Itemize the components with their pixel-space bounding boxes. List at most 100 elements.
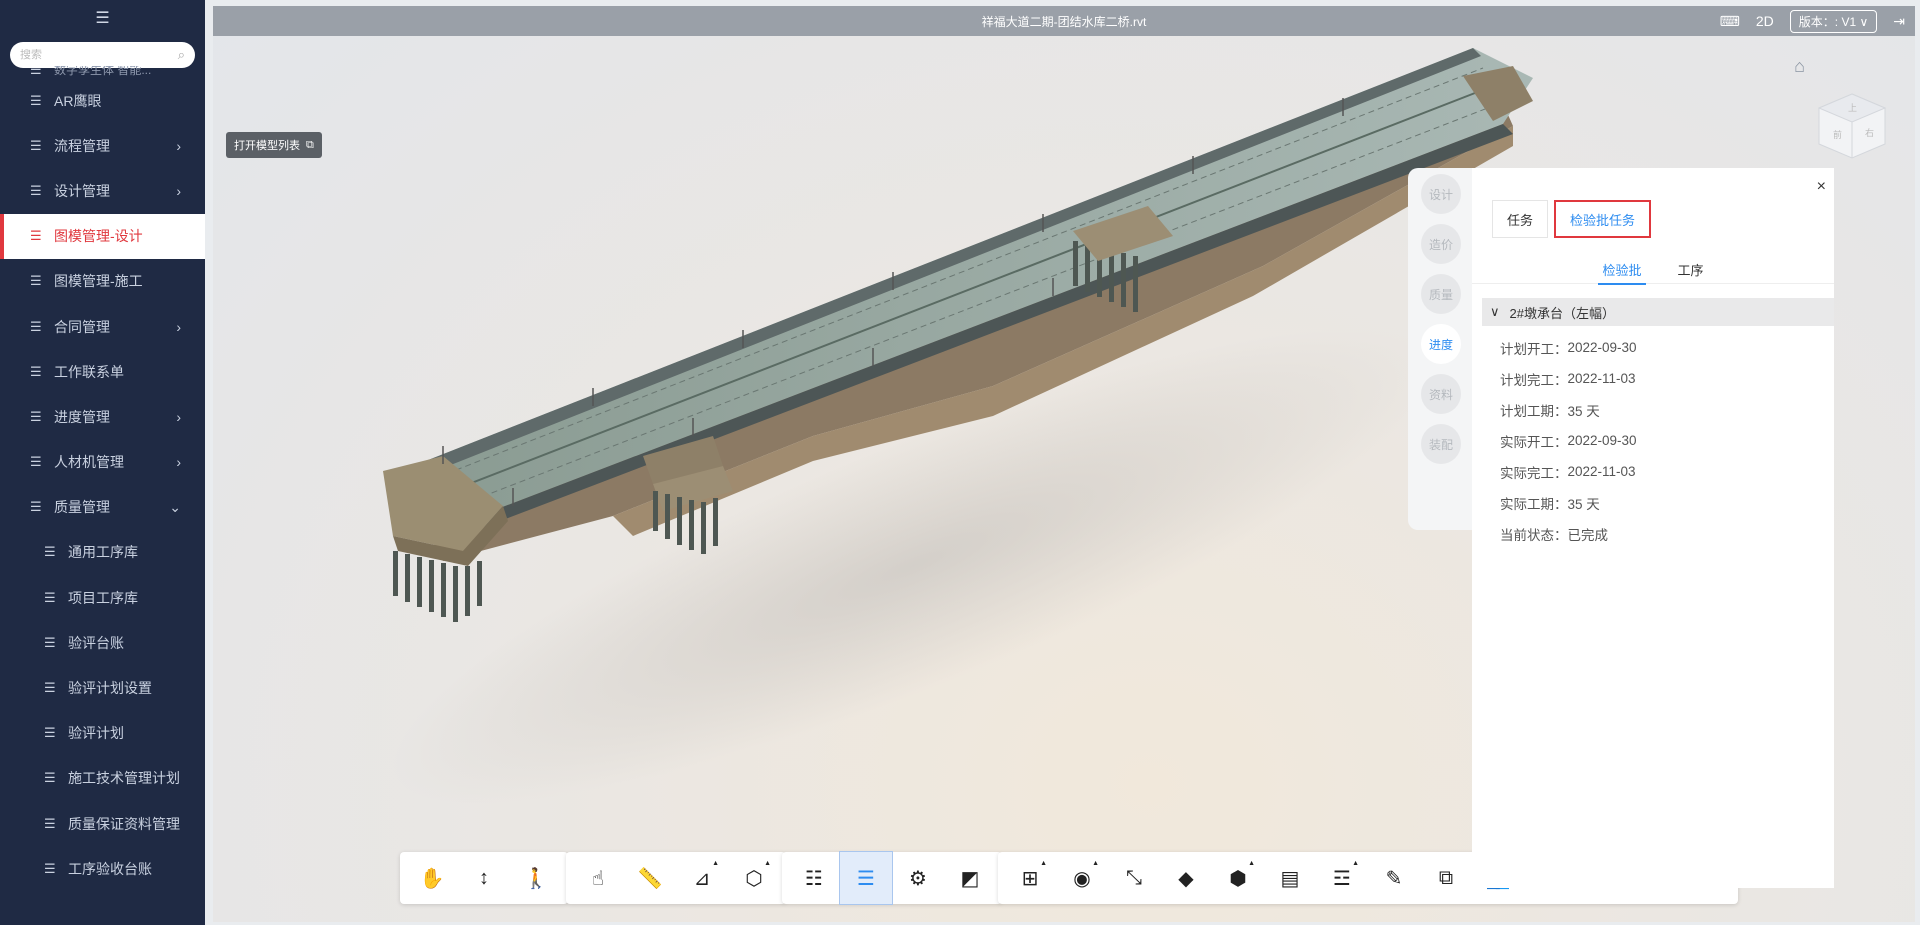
list-icon: ☰ [30,228,42,244]
markup-icon[interactable]: ✎ [1368,852,1420,904]
chevron-icon[interactable]: › [176,454,181,470]
layer-icon[interactable]: ◩ [944,852,996,904]
chevron-icon[interactable]: › [176,183,181,199]
sidebar-item[interactable]: ☰ 验评计划设置 [0,665,205,710]
toolbar-tools: ☝ 📏 ⊿ ▲ ⬡ ▲ [566,852,786,904]
side-tab[interactable]: 资料 [1421,374,1461,414]
sidebar-item-label: 施工技术管理计划 [68,770,180,787]
panel-subtabs: 检验批 工序 [1472,254,1834,285]
field-value: 35 天 [1567,403,1600,419]
chevron-down-icon[interactable]: ∨ [1490,304,1500,320]
viewcube-top[interactable]: 上 [1848,103,1857,113]
sidebar: ☰ ⌕ ☰数字孪生体 智能... ☰ AR鹰眼 ☰ 流程管理 › ☰ 设计管理 › ☰ 图模管理-… [0,0,205,925]
box-section-icon[interactable]: ⬡ ▲ [728,852,780,904]
sidebar-item[interactable]: ☰ 图模管理-施工 [0,259,205,304]
list-icon: ☰ [44,634,56,650]
sidebar-item-label: AR鹰眼 [54,92,102,109]
settings-icon[interactable]: ⚙ [892,852,944,904]
viewcube-right[interactable]: 右 [1865,127,1874,138]
side-tab[interactable]: 装配 [1421,424,1461,464]
sidebar-item-label: 质量保证资料管理 [68,815,180,832]
sidebar-item-label: 验评计划 [68,725,124,742]
tab-task[interactable]: 任务 [1492,200,1549,238]
side-tab[interactable]: 质量 [1421,274,1461,314]
tab-inspection-task[interactable]: 检验批任务 [1554,200,1652,238]
viewcube-front[interactable]: 前 [1833,129,1842,140]
sidebar-item[interactable]: ☰ 工作联系单 [0,349,205,394]
sidebar-item[interactable]: ☰ 进度管理 › [0,394,205,439]
field-value: 2022-11-03 [1567,371,1636,386]
sidebar-item[interactable]: ☰ 施工技术管理计划 [0,756,205,801]
model-titlebar: 祥福大道二期-团结水库二桥.rvt ⌨ 2D 版本：: V1 ∨ ⇥ [213,6,1915,36]
close-icon[interactable]: × [1817,178,1826,196]
viewcube[interactable]: 前 右 上 [1813,86,1891,164]
sidebar-item[interactable]: ☰ 设计管理 › [0,168,205,213]
sidebar-item-partial[interactable]: ☰ 数字孪生体 智能... [0,66,205,78]
side-tab[interactable]: 进度 [1421,324,1461,364]
filter-icon[interactable]: ☲ ▲ [1316,852,1368,904]
zoom-fit-icon[interactable]: ⤡ [1108,852,1160,904]
subtab-inspection-lot[interactable]: 检验批 [1598,254,1646,285]
list-icon: ☰ [30,92,42,108]
copy-icon[interactable]: ⧉ [1420,852,1472,904]
toolbar-navigation: ✋ ↕ 🚶 [400,852,568,904]
search-icon[interactable]: ⌕ [178,47,185,63]
sidebar-item-label: 人材机管理 [54,454,124,471]
sidebar-item[interactable]: ☰ 合同管理 › [0,304,205,349]
subtab-process[interactable]: 工序 [1678,254,1704,284]
section-plane-icon[interactable]: ⊿ ▲ [676,852,728,904]
rotate-hand-icon[interactable]: ☝ [572,852,624,904]
sidebar-item[interactable]: ☰ 流程管理 › [0,123,205,168]
sidebar-item-label: 设计管理 [54,182,110,199]
model-title: 祥福大道二期-团结水库二桥.rvt [981,14,1147,29]
chevron-icon[interactable]: ⌄ [169,499,181,516]
paint-bucket-icon[interactable]: ◆ [1160,852,1212,904]
list-icon: ☰ [44,725,56,741]
sidebar-item[interactable]: ☰ 验评台账 [0,620,205,665]
sidebar-item-label: 通用工序库 [68,544,138,561]
chevron-icon[interactable]: › [176,319,181,335]
side-tab[interactable]: 设计 [1421,174,1461,214]
person-walk-icon[interactable]: 🚶 [510,852,562,904]
model-tree-icon[interactable]: ☷ [788,852,840,904]
sidebar-item[interactable]: ☰ 人材机管理 › [0,440,205,485]
sidebar-item[interactable]: ☰ 图模管理-设计 [0,213,205,259]
sidebar-item[interactable]: ☰ 验评计划 [0,711,205,756]
sidebar-item[interactable]: ☰ 工序验收台账 [0,846,205,891]
version-select[interactable]: 版本：: V1 ∨ [1789,9,1878,33]
chevron-icon[interactable]: › [176,409,181,425]
chevron-icon[interactable]: › [176,138,181,154]
sidebar-item[interactable]: ☰ 通用工序库 [0,530,205,575]
pan-hand-icon[interactable]: ✋ [406,852,458,904]
detail-field: 当前状态： 已完成 [1500,518,1637,549]
toolbar-panels: ☷ ☰ ⚙ ◩ [782,851,1002,905]
properties-icon[interactable]: ☰ [839,851,893,905]
keyboard-icon[interactable]: ⌨ [1720,13,1740,30]
view-2d-button[interactable]: 2D [1756,13,1774,29]
group-header[interactable]: ∨ 2#墩承台（左幅） [1482,298,1834,326]
detail-field: 实际工期： 35 天 [1500,487,1637,518]
open-model-list-label: 打开模型列表 [234,140,300,152]
measure-ruler-icon[interactable]: 📏 [624,852,676,904]
panel-tabs: 任务 检验批任务 [1492,200,1652,238]
detail-field: 计划工期： 35 天 [1500,394,1637,425]
search-input[interactable] [20,49,178,61]
view-manage-icon[interactable]: ⊞ ▲ [1004,852,1056,904]
side-tab[interactable]: 造价 [1421,224,1461,264]
list-icon: ☰ [30,363,42,379]
document-icon[interactable]: ▤ [1264,852,1316,904]
sidebar-menu: ☰ 数字孪生体 智能... ☰ AR鹰眼 ☰ 流程管理 › ☰ 设计管理 › ☰ 图模管理-设计 ☰ 图… [0,66,205,891]
open-model-list-button[interactable]: 打开模型列表 ⧉ [226,132,322,158]
field-label: 计划完工： [1500,372,1568,388]
menu-fold-icon[interactable]: ☰ [0,0,205,36]
home-icon[interactable]: ⌂ [1794,56,1805,77]
sidebar-item[interactable]: ☰ AR鹰眼 [0,78,205,123]
list-icon: ☰ [44,680,56,696]
component-icon[interactable]: ⬢ ▲ [1212,852,1264,904]
visibility-icon[interactable]: ◉ ▲ [1056,852,1108,904]
sidebar-item[interactable]: ☰ 质量管理 ⌄ [0,485,205,530]
vertical-move-icon[interactable]: ↕ [458,852,510,904]
exit-icon[interactable]: ⇥ [1893,13,1905,30]
sidebar-item[interactable]: ☰ 质量保证资料管理 [0,801,205,846]
sidebar-item[interactable]: ☰ 项目工序库 [0,575,205,620]
